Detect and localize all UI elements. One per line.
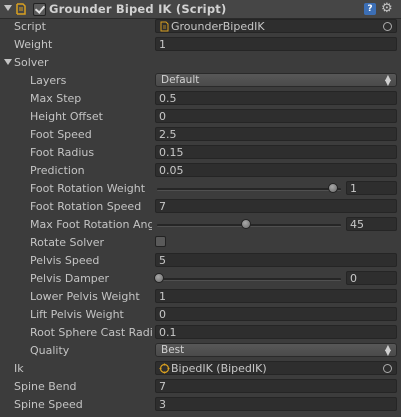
pelvis-speed-input[interactable]: 5 xyxy=(155,253,397,267)
script-row: Script GrounderBipedIK xyxy=(0,18,401,36)
rotate-solver-label: Rotate Solver xyxy=(30,236,105,249)
object-picker-icon[interactable] xyxy=(383,22,392,31)
gear-icon[interactable]: ⚙ xyxy=(381,1,393,16)
root-sphere-cast-radius-input[interactable]: 0.1 xyxy=(155,325,397,339)
rotate-solver-checkbox[interactable] xyxy=(155,236,166,247)
component-enabled-checkbox[interactable] xyxy=(33,3,46,16)
height-offset-row: Height Offset 0 xyxy=(0,108,401,126)
ik-value: BipedIK (BipedIK) xyxy=(171,362,267,375)
script-label: Script xyxy=(14,20,46,33)
script-icon xyxy=(16,3,26,15)
pelvis-speed-label[interactable]: Pelvis Speed xyxy=(30,254,152,267)
pelvis-damper-label[interactable]: Pelvis Damper xyxy=(30,272,152,285)
prediction-row: Prediction 0.05 xyxy=(0,162,401,180)
spine-bend-input[interactable]: 7 xyxy=(155,379,397,393)
object-picker-icon[interactable] xyxy=(383,364,392,373)
pelvis-damper-row: Pelvis Damper 0 xyxy=(0,270,401,288)
solver-foldout-arrow-icon[interactable] xyxy=(4,59,12,65)
dropdown-arrows-icon: ▲ ▼ xyxy=(384,73,391,87)
solver-foldout-row[interactable]: Solver xyxy=(0,54,401,72)
layers-value: Default xyxy=(161,74,200,86)
max-foot-rotation-angle-slider-thumb[interactable] xyxy=(241,219,251,229)
height-offset-label[interactable]: Height Offset xyxy=(30,110,152,123)
lift-pelvis-weight-row: Lift Pelvis Weight 0 xyxy=(0,306,401,324)
foot-rotation-weight-input[interactable]: 1 xyxy=(346,181,397,195)
spine-speed-row: Spine Speed 3 xyxy=(0,396,401,414)
spine-bend-row: Spine Bend 7 xyxy=(0,378,401,396)
foot-radius-input[interactable]: 0.15 xyxy=(155,145,397,159)
prediction-input[interactable]: 0.05 xyxy=(155,163,397,177)
component-header[interactable]: Grounder Biped IK (Script) ? ⚙ xyxy=(0,0,401,19)
prediction-label[interactable]: Prediction xyxy=(30,164,152,177)
lower-pelvis-weight-row: Lower Pelvis Weight 1 xyxy=(0,288,401,306)
script-file-icon xyxy=(160,21,169,32)
weight-input[interactable]: 1 xyxy=(155,37,397,51)
inspector-panel: Grounder Biped IK (Script) ? ⚙ Script Gr… xyxy=(0,0,401,417)
foot-rotation-weight-slider-thumb[interactable] xyxy=(328,183,338,193)
weight-label[interactable]: Weight xyxy=(14,38,152,51)
pelvis-damper-input[interactable]: 0 xyxy=(346,271,397,285)
max-step-input[interactable]: 0.5 xyxy=(155,91,397,105)
root-sphere-cast-radius-row: Root Sphere Cast Radius 0.1 xyxy=(0,324,401,342)
pelvis-speed-row: Pelvis Speed 5 xyxy=(0,252,401,270)
foot-radius-label[interactable]: Foot Radius xyxy=(30,146,152,159)
weight-row: Weight 1 xyxy=(0,36,401,54)
layers-label: Layers xyxy=(30,74,67,87)
max-step-row: Max Step 0.5 xyxy=(0,90,401,108)
spine-speed-input[interactable]: 3 xyxy=(155,397,397,411)
pelvis-damper-slider-track[interactable] xyxy=(157,278,341,281)
max-foot-rotation-angle-input[interactable]: 45 xyxy=(346,217,397,231)
lower-pelvis-weight-input[interactable]: 1 xyxy=(155,289,397,303)
height-offset-input[interactable]: 0 xyxy=(155,109,397,123)
foot-speed-input[interactable]: 2.5 xyxy=(155,127,397,141)
lift-pelvis-weight-label[interactable]: Lift Pelvis Weight xyxy=(30,308,152,321)
foot-rotation-speed-label[interactable]: Foot Rotation Speed xyxy=(30,200,152,213)
layers-dropdown[interactable]: Default ▲ ▼ xyxy=(155,73,397,87)
quality-dropdown[interactable]: Best ▲ ▼ xyxy=(155,343,397,357)
solver-label[interactable]: Solver xyxy=(14,56,152,69)
component-foldout-arrow-icon[interactable] xyxy=(4,5,12,11)
lower-pelvis-weight-label[interactable]: Lower Pelvis Weight xyxy=(30,290,152,303)
quality-row: Quality Best ▲ ▼ xyxy=(0,342,401,360)
layers-row: Layers Default ▲ ▼ xyxy=(0,72,401,90)
foot-radius-row: Foot Radius 0.15 xyxy=(0,144,401,162)
quality-label: Quality xyxy=(30,344,70,357)
spine-bend-label[interactable]: Spine Bend xyxy=(14,380,152,393)
dropdown-arrows-icon: ▲ ▼ xyxy=(384,343,391,357)
bipedik-component-icon xyxy=(159,363,170,374)
max-foot-rotation-angle-row: Max Foot Rotation Angle 45 xyxy=(0,216,401,234)
foot-rotation-weight-slider-track[interactable] xyxy=(157,188,341,191)
max-foot-rotation-angle-label[interactable]: Max Foot Rotation Angle xyxy=(30,218,152,231)
rotate-solver-row: Rotate Solver xyxy=(0,234,401,252)
pelvis-damper-slider-thumb[interactable] xyxy=(154,273,164,283)
help-icon[interactable]: ? xyxy=(364,3,376,15)
ik-row: Ik BipedIK (BipedIK) xyxy=(0,360,401,378)
ik-label: Ik xyxy=(14,362,24,375)
script-value: GrounderBipedIK xyxy=(171,20,265,33)
quality-value: Best xyxy=(161,344,185,356)
lift-pelvis-weight-input[interactable]: 0 xyxy=(155,307,397,321)
max-step-label[interactable]: Max Step xyxy=(30,92,152,105)
foot-speed-row: Foot Speed 2.5 xyxy=(0,126,401,144)
foot-rotation-speed-input[interactable]: 7 xyxy=(155,199,397,213)
foot-rotation-speed-row: Foot Rotation Speed 7 xyxy=(0,198,401,216)
foot-speed-label[interactable]: Foot Speed xyxy=(30,128,152,141)
script-object-field[interactable]: GrounderBipedIK xyxy=(155,19,397,33)
spine-speed-label[interactable]: Spine Speed xyxy=(14,398,152,411)
ik-object-field[interactable]: BipedIK (BipedIK) xyxy=(155,361,397,375)
root-sphere-cast-radius-label[interactable]: Root Sphere Cast Radius xyxy=(30,326,152,339)
foot-rotation-weight-label[interactable]: Foot Rotation Weight xyxy=(30,182,152,195)
component-title: Grounder Biped IK (Script) xyxy=(49,2,227,16)
foot-rotation-weight-row: Foot Rotation Weight 1 xyxy=(0,180,401,198)
